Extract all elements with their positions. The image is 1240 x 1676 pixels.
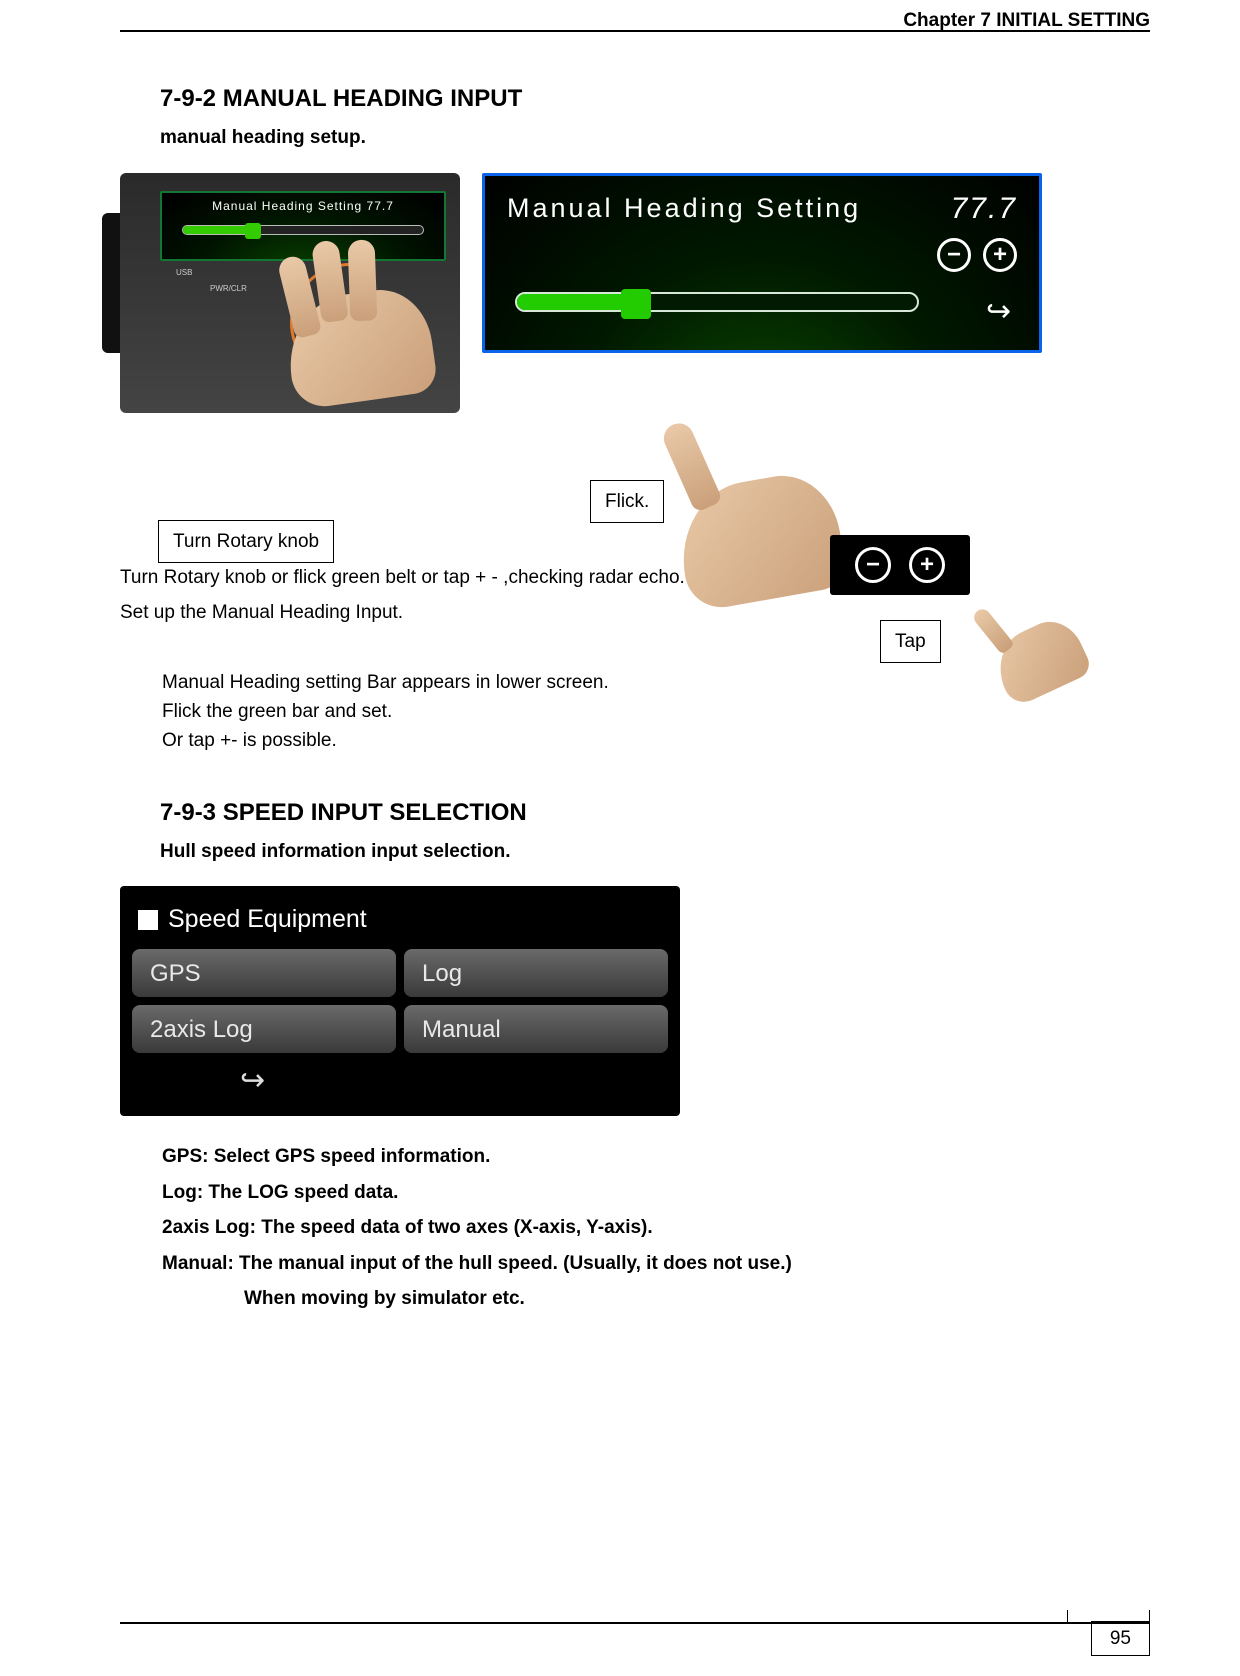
- heading-slider[interactable]: [515, 292, 919, 312]
- speed-option-manual[interactable]: Manual: [404, 1005, 668, 1053]
- section-7-9-2-title: 7-9-2 MANUAL HEADING INPUT: [160, 80, 1150, 117]
- speed-option-log[interactable]: Log: [404, 949, 668, 997]
- speed-equipment-panel: Speed Equipment GPS Log 2axis Log Manual…: [120, 886, 680, 1116]
- def-manual-cont: When moving by simulator etc.: [162, 1284, 1150, 1313]
- device-screen-title: Manual Heading Setting 77.7: [212, 197, 394, 216]
- instruction-line: Turn Rotary knob or flick green belt or …: [120, 563, 1150, 592]
- footer-rule: [120, 1622, 1150, 1624]
- device-screen: Manual Heading Setting 77.7: [160, 191, 446, 261]
- callout-rotary: Turn Rotary knob: [158, 520, 334, 563]
- heading-value: 77.7: [951, 186, 1017, 233]
- back-icon[interactable]: ↩: [986, 289, 1011, 336]
- chip-minus-button[interactable]: −: [855, 547, 891, 583]
- callout-tap: Tap: [880, 620, 941, 663]
- tick: [1067, 1610, 1068, 1624]
- flag-icon: [138, 910, 158, 930]
- device-photo: Manual Heading Setting 77.7 USB PWR/CLR: [120, 173, 460, 413]
- minus-button[interactable]: −: [937, 238, 971, 272]
- screen-title: Manual Heading Setting: [507, 188, 861, 230]
- section-7-9-3-subtitle: Hull speed information input selection.: [160, 837, 1150, 866]
- back-icon[interactable]: ↩: [240, 1058, 265, 1105]
- section-7-9-3-title: 7-9-3 SPEED INPUT SELECTION: [160, 794, 1150, 831]
- speed-option-2axis-log[interactable]: 2axis Log: [132, 1005, 396, 1053]
- section-7-9-2-subtitle: manual heading setup.: [160, 123, 1150, 152]
- figure-row: Manual Heading Setting 77.7 USB PWR/CLR: [120, 173, 1150, 413]
- header-rule: [120, 30, 1150, 32]
- def-gps: GPS: Select GPS speed information.: [162, 1142, 1150, 1171]
- def-2axis: 2axis Log: The speed data of two axes (X…: [162, 1213, 1150, 1242]
- manual-heading-screen: Manual Heading Setting 77.7 − + ↩: [482, 173, 1042, 353]
- chip-plus-button[interactable]: +: [909, 547, 945, 583]
- def-manual: Manual: The manual input of the hull spe…: [162, 1249, 1150, 1278]
- panel-title: Speed Equipment: [168, 900, 367, 939]
- plus-minus-chip: − +: [830, 535, 970, 595]
- device-slider[interactable]: [182, 225, 425, 235]
- pwr-label: PWR/CLR: [210, 283, 247, 295]
- usb-label: USB: [176, 267, 192, 279]
- definitions: GPS: Select GPS speed information. Log: …: [162, 1142, 1150, 1313]
- def-log: Log: The LOG speed data.: [162, 1178, 1150, 1207]
- callout-flick: Flick.: [590, 480, 664, 523]
- speed-option-gps[interactable]: GPS: [132, 949, 396, 997]
- page-number: 95: [1091, 1621, 1150, 1656]
- instruction-line: Or tap +- is possible.: [162, 726, 1150, 755]
- hand-icon: [281, 283, 439, 410]
- plus-button[interactable]: +: [983, 238, 1017, 272]
- instruction-line: Flick the green bar and set.: [162, 697, 1150, 726]
- rotary-knob-area[interactable]: [270, 269, 440, 399]
